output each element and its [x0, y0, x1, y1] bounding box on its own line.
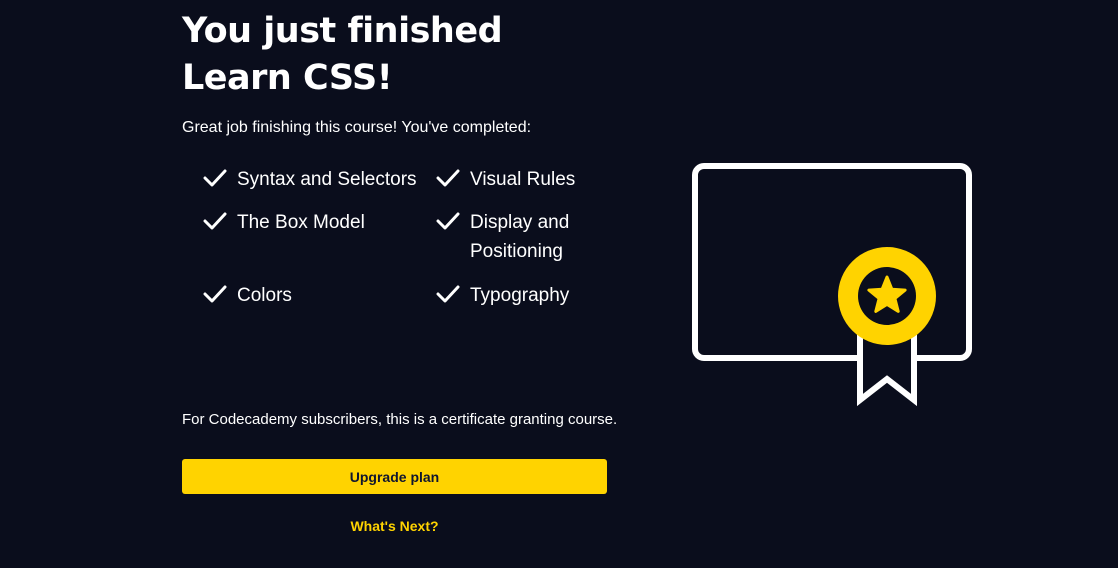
lesson-label: Visual Rules: [470, 169, 576, 190]
whats-next-link[interactable]: What's Next?: [182, 516, 607, 536]
lesson-item-syntax-and-selectors: Syntax and Selectors: [203, 165, 417, 194]
lesson-item-typography: Typography: [436, 281, 590, 310]
lesson-label: Syntax and Selectors: [237, 169, 417, 190]
lesson-item-visual-rules: Visual Rules: [436, 165, 590, 194]
page-title-line-2: Learn CSS!: [182, 58, 393, 98]
check-icon: [436, 212, 460, 230]
check-icon: [203, 212, 227, 230]
star-badge-icon: [838, 247, 936, 345]
lesson-label: Typography: [470, 285, 570, 306]
lesson-label: Display and Positioning: [470, 212, 570, 262]
check-icon: [436, 285, 460, 303]
subscriber-certificate-note: For Codecademy subscribers, this is a ce…: [182, 411, 618, 428]
completion-intro-text: Great job finishing this course! You've …: [182, 119, 532, 136]
upgrade-plan-button[interactable]: Upgrade plan: [182, 459, 607, 494]
course-complete-page: You just finished Learn CSS! Great job f…: [0, 0, 1118, 568]
lesson-item-colors: Colors: [203, 281, 292, 310]
check-icon: [203, 169, 227, 187]
lesson-label: The Box Model: [237, 212, 365, 233]
page-title-line-1: You just finished: [182, 11, 503, 51]
lesson-label: Colors: [237, 285, 292, 306]
lesson-item-display-and-positioning: Display and Positioning: [436, 208, 590, 266]
check-icon: [203, 285, 227, 303]
page-title: You just finished Learn CSS!: [182, 8, 503, 102]
check-icon: [436, 169, 460, 187]
certificate-icon: [692, 163, 972, 407]
lesson-item-box-model: The Box Model: [203, 208, 365, 237]
